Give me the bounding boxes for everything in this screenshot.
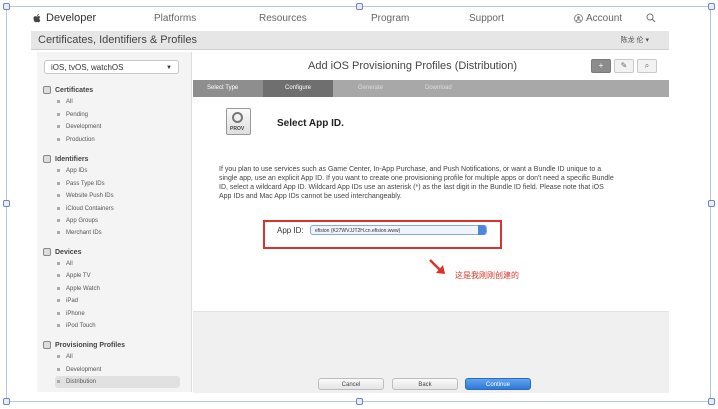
sidebar-item-profiles-development[interactable]: Development [57, 367, 101, 373]
identifier-icon [43, 155, 51, 163]
sidebar-item-website-push-ids[interactable]: Website Push IDs [57, 193, 114, 199]
description-text: If you plan to use services such as Game… [219, 166, 614, 200]
resize-handle-ml[interactable] [3, 200, 10, 207]
sidebar-item-icloud-containers[interactable]: iCloud Containers [57, 206, 114, 212]
search-button[interactable]: ⌕ [637, 59, 657, 73]
app-id-select-value: efision (K27WVJJT2H.cn.efision.www) [315, 228, 401, 234]
edit-button[interactable]: ✎ [614, 59, 634, 73]
cancel-button[interactable]: Cancel [318, 378, 384, 390]
toolbar: + ✎ ⌕ [591, 59, 657, 73]
sidebar-section-label: Provisioning Profiles [55, 341, 126, 349]
search-icon[interactable] [646, 13, 656, 23]
continue-button[interactable]: Continue [465, 378, 531, 390]
sidebar-section-identifiers[interactable]: Identifiers [43, 155, 88, 163]
main-title: Add iOS Provisioning Profiles (Distribut… [308, 60, 518, 72]
page-header: Certificates, Identifiers & Profiles 陈龙 … [31, 31, 669, 50]
annotation-arrow-icon [429, 259, 445, 274]
platform-select-value: iOS, tvOS, watchOS [51, 63, 124, 72]
chevron-down-icon: ▼ [166, 65, 172, 71]
resize-handle-tl[interactable] [3, 3, 10, 10]
device-icon [43, 248, 51, 256]
platform-select[interactable]: iOS, tvOS, watchOS ▼ [44, 60, 179, 74]
step-select-type: Select Type [193, 80, 263, 97]
page-title: Certificates, Identifiers & Profiles [38, 34, 197, 46]
resize-handle-br[interactable] [708, 398, 715, 405]
sidebar-item-iphone[interactable]: iPhone [57, 311, 85, 317]
resize-handle-bm[interactable] [356, 398, 363, 405]
resize-handle-tr[interactable] [708, 3, 715, 10]
provisioning-profile-icon: PROV [226, 108, 251, 135]
nav-resources[interactable]: Resources [259, 13, 307, 24]
user-menu[interactable]: 陈龙 伦 ▾ [621, 35, 649, 45]
step-generate: Generate [358, 85, 384, 91]
resize-handle-mr[interactable] [708, 200, 715, 207]
account-icon [574, 13, 583, 23]
sidebar-item-production[interactable]: Production [57, 137, 95, 143]
nav-program[interactable]: Program [371, 13, 409, 24]
sidebar-item-pass-type-ids[interactable]: Pass Type IDs [57, 181, 105, 187]
resize-handle-bl[interactable] [3, 398, 10, 405]
sidebar-item-apple-tv[interactable]: Apple TV [57, 273, 91, 279]
content-panel [193, 97, 669, 311]
step-bar: Select Type Configure Generate Download [193, 80, 669, 97]
sidebar-item-development[interactable]: Development [57, 124, 101, 130]
certificate-icon [43, 86, 51, 94]
sidebar-section-provisioning-profiles[interactable]: Provisioning Profiles [43, 341, 125, 349]
sidebar-item-distribution[interactable]: Distribution [57, 379, 96, 385]
nav-platforms[interactable]: Platforms [154, 13, 196, 24]
sidebar-section-label: Certificates [55, 86, 94, 94]
sidebar-item-apple-watch[interactable]: Apple Watch [57, 286, 100, 292]
app-id-select[interactable]: efision (K27WVJJT2H.cn.efision.www) [310, 225, 487, 235]
select-arrows-icon [478, 225, 486, 235]
sidebar-item-devices-all[interactable]: All [57, 261, 73, 267]
nav-account[interactable]: Account [574, 13, 622, 24]
step-configure: Configure [263, 80, 333, 97]
sidebar-item-certificates-all[interactable]: All [57, 99, 73, 105]
sidebar-item-merchant-ids[interactable]: Merchant IDs [57, 230, 102, 236]
account-label: Account [586, 12, 623, 24]
sidebar-item-profiles-all[interactable]: All [57, 354, 73, 360]
top-nav: Developer Platforms Resources Program Su… [14, 6, 704, 30]
sidebar-item-ipad[interactable]: iPad [57, 298, 78, 304]
sidebar-item-ipod-touch[interactable]: iPod Touch [57, 323, 96, 329]
nav-support[interactable]: Support [469, 13, 504, 24]
section-title: Select App ID. [277, 118, 344, 129]
sidebar-item-pending[interactable]: Pending [57, 112, 88, 118]
sidebar-item-app-ids[interactable]: App IDs [57, 168, 87, 174]
prov-icon-label: PROV [230, 126, 245, 132]
step-download: Download [425, 85, 452, 91]
sidebar-section-label: Devices [55, 248, 82, 256]
provisioning-icon [43, 341, 51, 349]
apple-logo-icon[interactable] [32, 13, 42, 24]
add-button[interactable]: + [591, 59, 611, 73]
sidebar-section-label: Identifiers [55, 155, 89, 163]
annotation-note: 这是我刚刚创建的 [455, 271, 519, 280]
sidebar-section-devices[interactable]: Devices [43, 248, 81, 256]
back-button[interactable]: Back [392, 378, 458, 390]
app-id-label: App ID: [277, 226, 304, 235]
sidebar-section-certificates[interactable]: Certificates [43, 86, 93, 94]
sidebar-item-app-groups[interactable]: App Groups [57, 218, 98, 224]
developer-brand[interactable]: Developer [46, 12, 96, 24]
